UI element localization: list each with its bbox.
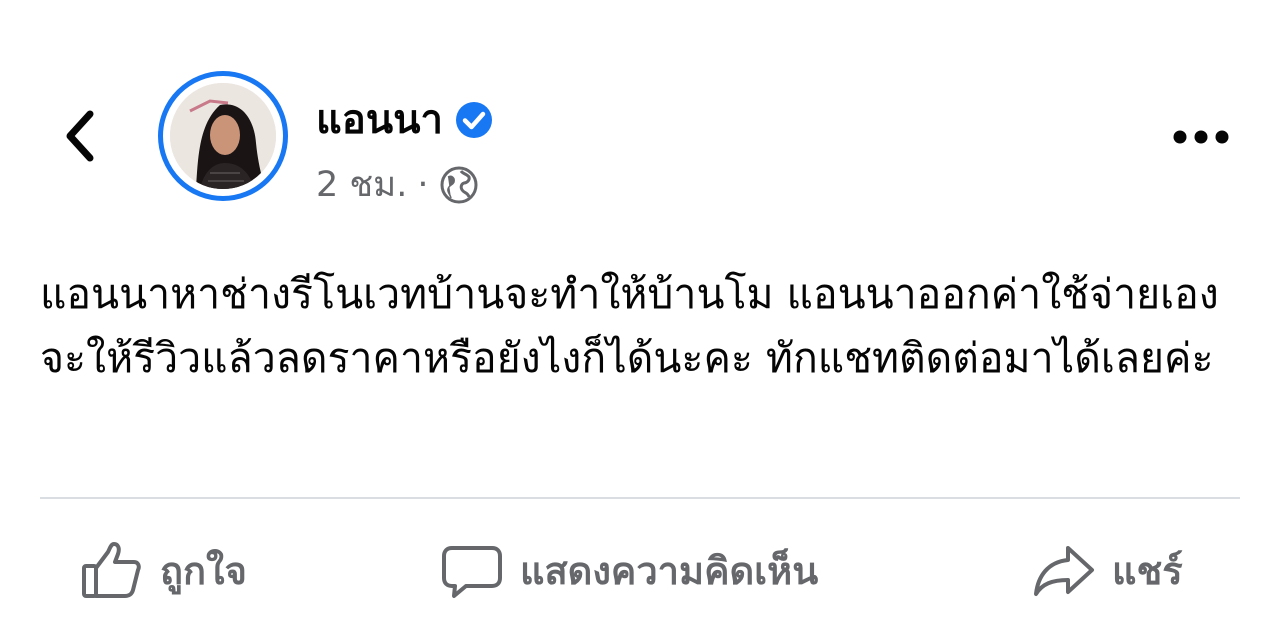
more-dots-icon xyxy=(1172,129,1230,145)
comment-label: แสดงความคิดเห็น xyxy=(520,548,819,593)
like-button[interactable]: ถูกใจ xyxy=(80,525,247,615)
author-name[interactable]: แอนนา xyxy=(316,94,443,146)
chevron-left-icon xyxy=(60,106,100,166)
divider xyxy=(40,497,1240,499)
post-timestamp[interactable]: 2 ชม. xyxy=(316,162,407,208)
share-label: แชร์ xyxy=(1112,548,1183,593)
verified-badge-icon xyxy=(455,101,493,139)
comment-bubble-icon xyxy=(440,538,504,602)
more-options-button[interactable] xyxy=(1166,112,1236,162)
thumbs-up-icon xyxy=(80,538,144,602)
post-meta: 2 ชม. · xyxy=(316,162,479,208)
author-line: แอนนา xyxy=(316,94,493,146)
share-arrow-icon xyxy=(1032,538,1096,602)
post-view: แอนนา 2 ชม. · แอนนาหาช่างรีโนเวทบ้านจะทำ… xyxy=(0,0,1280,630)
author-avatar[interactable] xyxy=(158,71,288,201)
like-label: ถูกใจ xyxy=(160,548,247,593)
share-button[interactable]: แชร์ xyxy=(1032,525,1183,615)
action-bar: ถูกใจ แสดงความคิดเห็น แชร์ xyxy=(0,525,1280,615)
globe-icon xyxy=(439,165,479,205)
comment-button[interactable]: แสดงความคิดเห็น xyxy=(440,525,818,615)
meta-separator: · xyxy=(417,165,429,205)
back-button[interactable] xyxy=(52,104,108,168)
avatar-image xyxy=(170,83,276,189)
post-body: แอนนาหาช่างรีโนเวทบ้านจะทำให้บ้านโม แอนน… xyxy=(40,270,1219,382)
